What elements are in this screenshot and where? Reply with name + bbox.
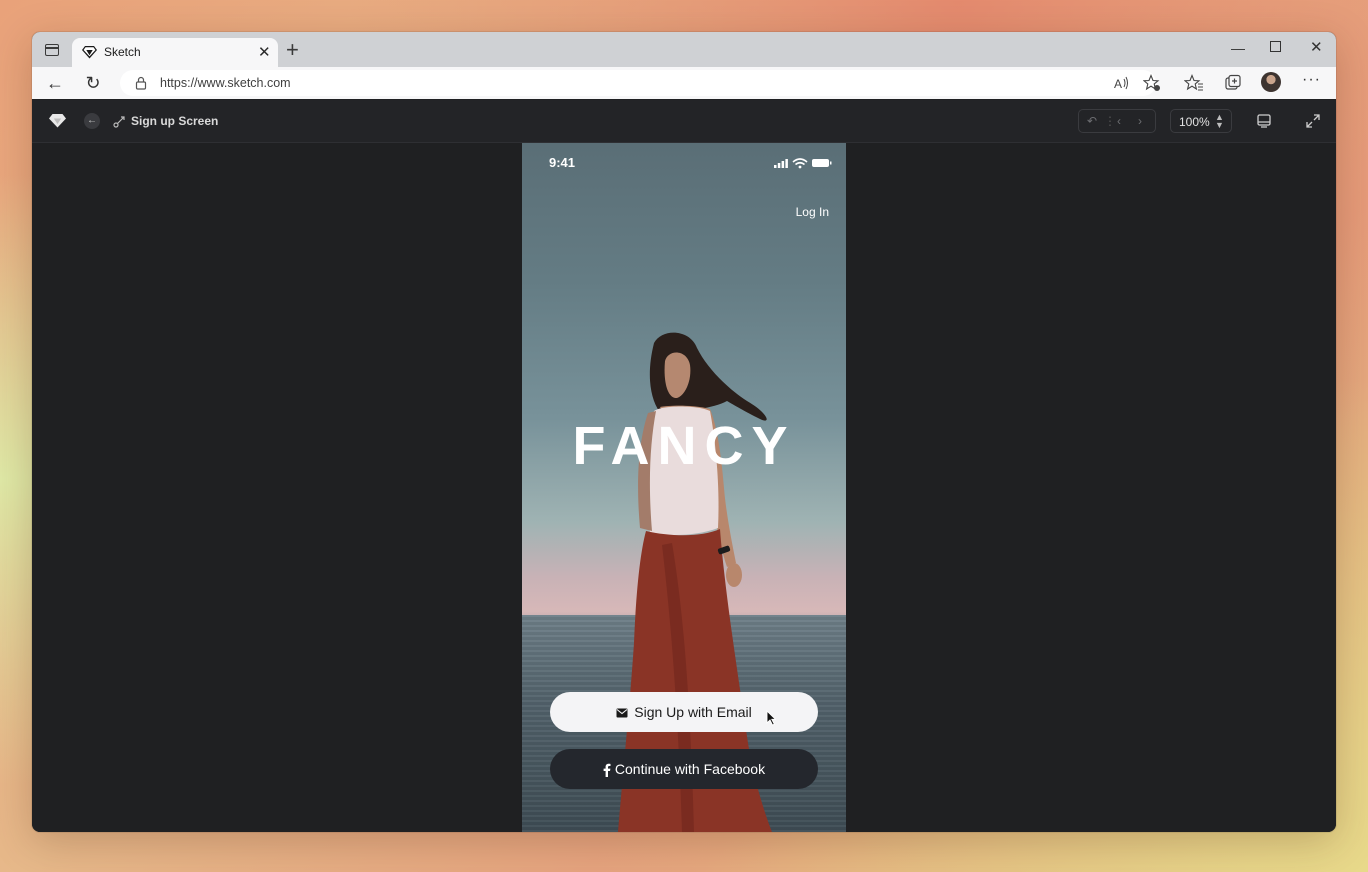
tab-strip: Sketch ✕ + — ✕ bbox=[32, 32, 1336, 67]
fullscreen-icon[interactable] bbox=[1305, 113, 1321, 129]
status-icons bbox=[774, 158, 832, 169]
undo-icon[interactable]: ↶ bbox=[1087, 114, 1097, 128]
favorites-icon[interactable] bbox=[1184, 73, 1204, 93]
zoom-select[interactable]: 100% ▲ ▼ bbox=[1170, 109, 1232, 133]
mail-icon bbox=[616, 708, 628, 718]
minimize-icon[interactable]: — bbox=[1231, 40, 1245, 56]
signup-email-button[interactable]: Sign Up with Email bbox=[550, 692, 818, 732]
sketch-toolbar: ← Sign up Screen ↶ ⋮ ‹ › 100% ▲ ▼ bbox=[32, 100, 1336, 143]
sketch-favicon bbox=[82, 46, 97, 59]
avatar[interactable] bbox=[1261, 72, 1281, 92]
device-frame-icon[interactable] bbox=[1256, 113, 1272, 129]
address-bar[interactable]: https://www.sketch.com A bbox=[120, 70, 1160, 96]
facebook-icon bbox=[603, 763, 611, 778]
sidebar-panel-icon[interactable] bbox=[45, 44, 59, 56]
new-tab-icon[interactable]: + bbox=[286, 38, 299, 62]
prototype-canvas: 9:41 Log In FANCY Sign Up with Email Con… bbox=[32, 143, 1336, 832]
svg-text:A: A bbox=[1114, 77, 1122, 91]
address-bar-row: ← ↻ https://www.sketch.com A ··· bbox=[32, 67, 1336, 99]
signup-email-label: Sign Up with Email bbox=[634, 704, 752, 720]
window-close-icon[interactable]: ✕ bbox=[1310, 38, 1323, 56]
lock-icon bbox=[135, 76, 147, 90]
back-icon[interactable]: ← bbox=[44, 72, 66, 94]
divider-dots: ⋮ bbox=[1104, 114, 1116, 128]
add-favorite-icon[interactable] bbox=[1143, 74, 1161, 92]
browser-window: Sketch ✕ + — ✕ ← ↻ https://www.sketch.co… bbox=[32, 32, 1336, 832]
previous-icon[interactable]: ‹ bbox=[1117, 114, 1121, 128]
tab-title: Sketch bbox=[104, 45, 141, 59]
chevron-updown-icon: ▲ ▼ bbox=[1215, 112, 1224, 130]
more-icon[interactable]: ··· bbox=[1302, 71, 1321, 89]
url-text: https://www.sketch.com bbox=[160, 76, 291, 90]
phone-artboard: 9:41 Log In FANCY Sign Up with Email Con… bbox=[522, 143, 846, 832]
status-time: 9:41 bbox=[549, 155, 576, 170]
sketch-logo-icon[interactable] bbox=[49, 113, 66, 128]
refresh-icon[interactable]: ↻ bbox=[82, 72, 104, 94]
zoom-value: 100% bbox=[1179, 115, 1210, 129]
close-icon[interactable]: ✕ bbox=[258, 43, 271, 61]
back-arrow-icon[interactable]: ← bbox=[84, 113, 100, 129]
facebook-label: Continue with Facebook bbox=[614, 761, 766, 777]
facebook-button[interactable]: Continue with Facebook bbox=[550, 749, 818, 789]
next-icon[interactable]: › bbox=[1138, 114, 1142, 128]
screen-title: Sign up Screen bbox=[131, 114, 219, 128]
login-link[interactable]: Log In bbox=[796, 205, 829, 219]
prototype-link-icon bbox=[113, 116, 125, 128]
history-controls: ↶ ⋮ ‹ › bbox=[1078, 109, 1156, 133]
brand-title: FANCY bbox=[572, 416, 796, 476]
mouse-cursor-icon bbox=[766, 710, 776, 726]
collections-icon[interactable] bbox=[1223, 73, 1243, 93]
browser-tab[interactable]: Sketch ✕ bbox=[72, 38, 278, 67]
read-aloud-icon[interactable]: A bbox=[1112, 74, 1130, 92]
maximize-icon[interactable] bbox=[1270, 41, 1281, 52]
